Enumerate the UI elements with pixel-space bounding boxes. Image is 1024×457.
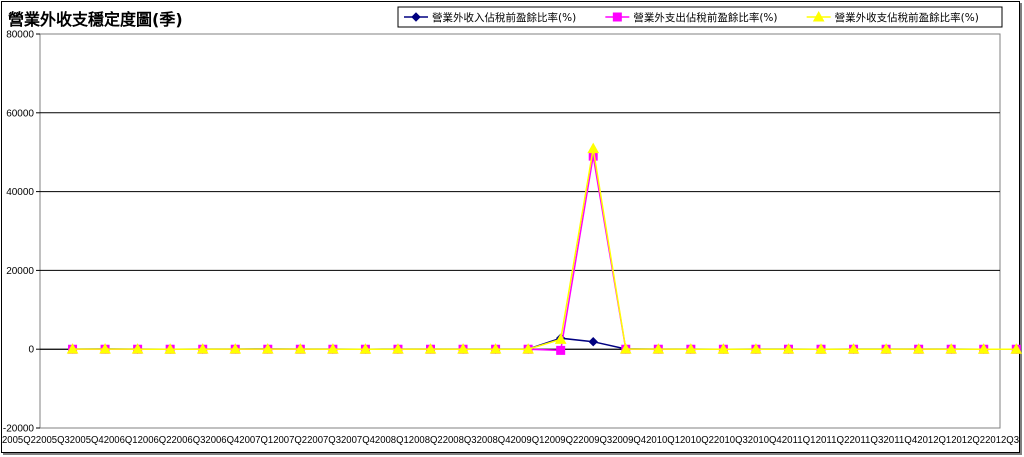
x-tick-label: 2011Q1	[782, 435, 816, 446]
x-tick-label: 2011Q4	[883, 435, 917, 446]
y-tick-label: 80000	[6, 30, 34, 41]
x-tick-label: 2009Q1	[511, 435, 545, 446]
x-tick-label: 2010Q4	[748, 435, 782, 446]
legend-label: 營業外支出佔稅前盈餘比率(%)	[633, 11, 777, 24]
x-tick-label: 2007Q1	[239, 435, 273, 446]
x-tick-label: 2012Q2	[951, 435, 985, 446]
y-tick-label: 60000	[6, 108, 34, 119]
y-tick-label: 0	[28, 345, 34, 356]
x-tick-label: 2009Q3	[578, 435, 612, 446]
x-tick-label: 2005Q4	[70, 435, 104, 446]
x-tick-label: 2010Q1	[646, 435, 680, 446]
x-tick-label: 2007Q3	[307, 435, 341, 446]
x-tick-label: 2006Q3	[172, 435, 206, 446]
y-tick-label: 40000	[6, 187, 34, 198]
x-tick-label: 2011Q3	[850, 435, 884, 446]
x-tick-label: 2009Q2	[544, 435, 578, 446]
x-tick-label: 2008Q1	[375, 435, 409, 446]
x-tick-label: 2012Q1	[917, 435, 951, 446]
y-tick-label: -20000	[3, 424, 35, 435]
x-tick-label: 2007Q4	[341, 435, 375, 446]
x-tick-label: 2006Q4	[205, 435, 239, 446]
x-tick-label: 2008Q4	[477, 435, 511, 446]
plot-area	[39, 33, 1001, 429]
line-chart: 800006000040000200000-200002005Q2 2005Q3 2…	[2, 6, 1023, 446]
x-tick-label: 2007Q2	[273, 435, 307, 446]
square-marker	[556, 345, 566, 355]
square-marker	[612, 12, 622, 22]
legend-label: 營業外收入佔稅前盈餘比率(%)	[432, 11, 576, 24]
y-tick-label: 20000	[6, 266, 34, 277]
x-tick-label: 2005Q3	[36, 435, 70, 446]
legend-label: 營業外收支佔稅前盈餘比率(%)	[835, 11, 979, 24]
x-tick-label: 2006Q1	[104, 435, 138, 446]
x-tick-label: 2008Q2	[409, 435, 443, 446]
x-tick-label: 2006Q2	[138, 435, 172, 446]
x-tick-label: 2011Q2	[816, 435, 850, 446]
x-tick-label: 2005Q2	[2, 435, 36, 446]
x-tick-label: 2010Q2	[680, 435, 714, 446]
x-tick-label: 2008Q3	[443, 435, 477, 446]
x-tick-label: 2012Q3	[985, 435, 1019, 446]
x-tick-label: 2009Q4	[612, 435, 646, 446]
x-tick-label: 2010Q3	[714, 435, 748, 446]
